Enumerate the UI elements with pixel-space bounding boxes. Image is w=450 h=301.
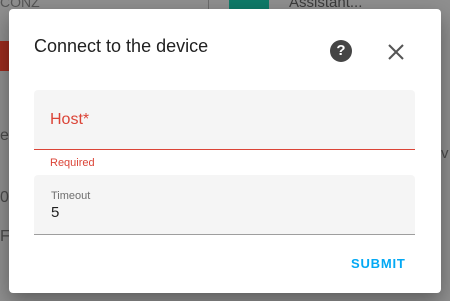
timeout-label: Timeout — [51, 190, 91, 202]
host-field[interactable]: Host* — [34, 90, 415, 150]
submit-button[interactable]: SUBMIT — [351, 256, 406, 271]
dialog-title: Connect to the device — [34, 36, 209, 56]
background-divider — [208, 0, 209, 9]
background-red-button — [0, 41, 9, 71]
background-fragment: e — [0, 127, 9, 144]
host-input[interactable] — [50, 128, 404, 148]
background-teal-button — [229, 0, 269, 9]
timeout-field[interactable]: Timeout 5 — [34, 175, 415, 235]
background-fragment: 0 — [0, 189, 9, 206]
host-label: Host* — [50, 111, 90, 128]
close-icon[interactable] — [385, 41, 407, 63]
connect-dialog: Connect to the device ? Host* Required T… — [9, 9, 441, 293]
timeout-value[interactable]: 5 — [51, 204, 59, 221]
help-circle-icon[interactable]: ? — [330, 40, 352, 62]
host-helper-text: Required — [50, 157, 95, 169]
